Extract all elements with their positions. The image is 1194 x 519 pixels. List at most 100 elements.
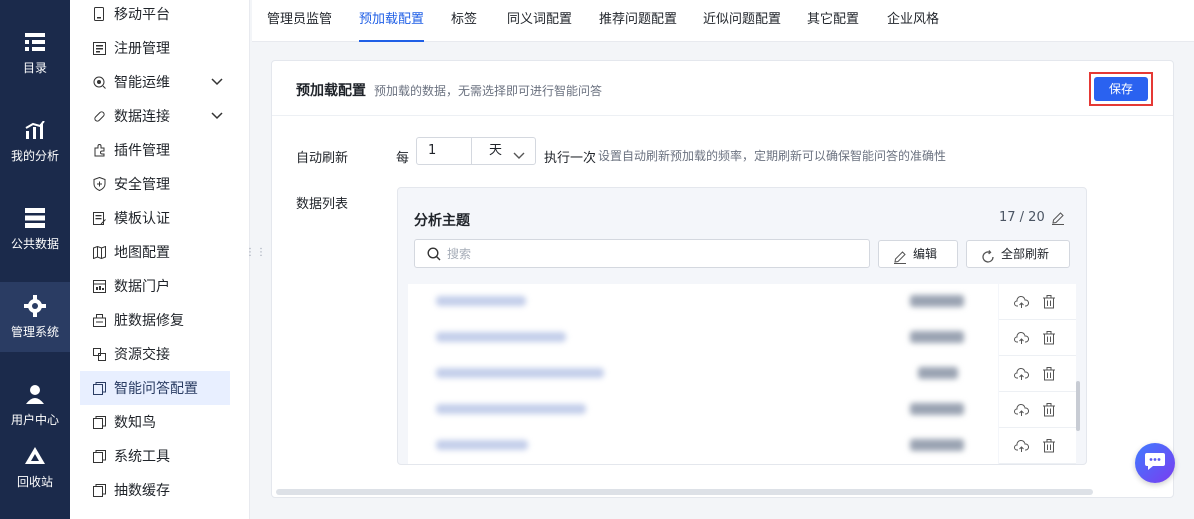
shield-icon xyxy=(92,177,106,191)
submenu-label: 系统工具 xyxy=(114,449,170,465)
submenu-label: 移动平台 xyxy=(114,7,170,23)
data-list-panel: 分析主题 17 / 20 编辑 全部刷新 xyxy=(397,187,1087,465)
submenu-label: 智能问答配置 xyxy=(114,381,198,397)
delete-icon[interactable] xyxy=(1042,295,1056,309)
submenu-label: 注册管理 xyxy=(114,41,170,57)
resize-handle[interactable]: ⋮⋮ xyxy=(245,248,266,268)
copy-icon xyxy=(92,483,106,497)
tab-other-config[interactable]: 其它配置 xyxy=(807,0,859,42)
auto-refresh-label: 自动刷新 xyxy=(296,151,349,166)
submenu-item-shuzhiniao[interactable]: 数知鸟 xyxy=(80,405,230,439)
submenu-item-security[interactable]: 安全管理 xyxy=(80,167,230,201)
submenu-item-data-connection[interactable]: 数据连接 xyxy=(80,99,230,133)
main-nav-rail: 目录 我的分析 公共数据 管理系统 用户中心 回收站 xyxy=(0,0,70,519)
tab-tags[interactable]: 标签 xyxy=(451,0,477,42)
delete-icon[interactable] xyxy=(1042,331,1056,345)
preload-config-card: 预加载配置 预加载的数据，无需选择即可进行智能问答 保存 自动刷新 每 1 天 … xyxy=(271,60,1174,498)
chevron-down-icon xyxy=(513,145,525,159)
submenu-label: 地图配置 xyxy=(114,245,170,261)
rail-label: 我的分析 xyxy=(10,148,59,163)
list-icon xyxy=(24,31,46,53)
submenu-label: 模板认证 xyxy=(114,211,170,227)
delete-icon[interactable] xyxy=(1042,403,1056,417)
submenu-item-system-tools[interactable]: 系统工具 xyxy=(80,439,230,473)
search-input[interactable] xyxy=(447,244,847,264)
ops-icon xyxy=(92,75,106,89)
rail-item-management[interactable]: 管理系统 xyxy=(0,282,70,352)
submenu-item-resource-handover[interactable]: 资源交接 xyxy=(80,337,230,371)
delete-icon[interactable] xyxy=(1042,367,1056,381)
refresh-unit-value: 天 xyxy=(489,143,503,158)
delete-icon[interactable] xyxy=(1042,439,1056,453)
chevron-down-icon[interactable] xyxy=(210,74,224,88)
copy-icon xyxy=(92,449,106,463)
submenu-label: 安全管理 xyxy=(114,177,170,193)
list-item[interactable] xyxy=(398,392,1086,428)
search-icon xyxy=(427,247,441,261)
edit-icon xyxy=(893,247,907,264)
cloud-refresh-icon[interactable] xyxy=(1014,331,1030,345)
cloud-refresh-icon[interactable] xyxy=(1014,295,1030,309)
refresh-interval-input[interactable]: 1 xyxy=(416,137,472,165)
refresh-all-label: 全部刷新 xyxy=(1001,247,1050,261)
tab-recommended-questions[interactable]: 推荐问题配置 xyxy=(599,0,677,42)
submenu-item-smart-qa-config[interactable]: 智能问答配置 xyxy=(80,371,230,405)
save-highlight: 保存 xyxy=(1089,72,1153,106)
submenu-label: 脏数据修复 xyxy=(114,313,184,329)
cloud-refresh-icon[interactable] xyxy=(1014,439,1030,453)
panel-title: 分析主题 xyxy=(414,213,470,229)
refresh-all-button[interactable]: 全部刷新 xyxy=(966,240,1070,268)
submenu-label: 数据连接 xyxy=(114,109,170,125)
exec-once-label: 执行一次 xyxy=(544,151,597,166)
rail-item-catalog[interactable]: 目录 xyxy=(0,18,70,88)
rail-item-recycle-bin[interactable]: 回收站 xyxy=(0,432,70,502)
link-icon xyxy=(92,109,106,123)
tab-admin-supervision[interactable]: 管理员监管 xyxy=(267,0,332,42)
submenu-item-mobile-platform[interactable]: 移动平台 xyxy=(80,0,230,31)
rail-label: 目录 xyxy=(22,60,47,75)
list-item[interactable] xyxy=(398,428,1086,464)
submenu-label: 插件管理 xyxy=(114,143,170,159)
cloud-refresh-icon[interactable] xyxy=(1014,403,1030,417)
rail-label: 回收站 xyxy=(16,474,53,489)
submenu-item-extract-cache[interactable]: 抽数缓存 xyxy=(80,473,230,507)
chat-assistant-button[interactable] xyxy=(1135,443,1175,483)
user-icon xyxy=(24,383,46,405)
rail-label: 用户中心 xyxy=(10,412,59,427)
copy-icon xyxy=(92,415,106,429)
tab-synonym-config[interactable]: 同义词配置 xyxy=(507,0,572,42)
rail-item-public-data[interactable]: 公共数据 xyxy=(0,194,70,264)
mobile-icon xyxy=(92,7,106,21)
refresh-unit-select[interactable]: 天 xyxy=(471,137,536,165)
submenu-item-data-portal[interactable]: 数据门户 xyxy=(80,269,230,303)
handover-icon xyxy=(92,347,106,361)
database-icon xyxy=(24,207,46,229)
edit-button[interactable]: 编辑 xyxy=(878,240,958,268)
cloud-refresh-icon[interactable] xyxy=(1014,367,1030,381)
rail-item-my-analysis[interactable]: 我的分析 xyxy=(0,106,70,176)
submenu-item-dirty-data-repair[interactable]: 脏数据修复 xyxy=(80,303,230,337)
edit-icon[interactable] xyxy=(1051,211,1065,225)
submenu-item-smart-ops[interactable]: 智能运维 xyxy=(80,65,230,99)
horizontal-scrollbar[interactable] xyxy=(276,489,1093,495)
tab-enterprise-style[interactable]: 企业风格 xyxy=(887,0,939,42)
search-box[interactable] xyxy=(414,239,870,268)
save-button[interactable]: 保存 xyxy=(1094,77,1148,101)
tab-preload-config[interactable]: 预加载配置 xyxy=(359,0,425,42)
tab-similar-questions[interactable]: 近似问题配置 xyxy=(703,0,781,42)
plugin-icon xyxy=(92,143,106,157)
submenu-item-map-config[interactable]: 地图配置 xyxy=(80,235,230,269)
submenu-item-register[interactable]: 注册管理 xyxy=(80,31,230,65)
submenu-item-template-auth[interactable]: 模板认证 xyxy=(80,201,230,235)
rail-item-user-center[interactable]: 用户中心 xyxy=(0,370,70,440)
sub-menu: 移动平台 注册管理 智能运维 数据连接 插件管理 安全管理 模板认证 地图配置 … xyxy=(70,0,250,519)
submenu-item-plugins[interactable]: 插件管理 xyxy=(80,133,230,167)
list-item[interactable] xyxy=(398,320,1086,356)
refresh-description: 设置自动刷新预加载的频率，定期刷新可以确保智能问答的准确性 xyxy=(598,149,947,163)
template-icon xyxy=(92,211,106,225)
chevron-down-icon[interactable] xyxy=(210,108,224,122)
list-item[interactable] xyxy=(398,356,1086,392)
edit-button-label: 编辑 xyxy=(913,247,938,261)
list-item[interactable] xyxy=(398,284,1086,320)
vertical-scrollbar[interactable] xyxy=(1076,381,1080,431)
